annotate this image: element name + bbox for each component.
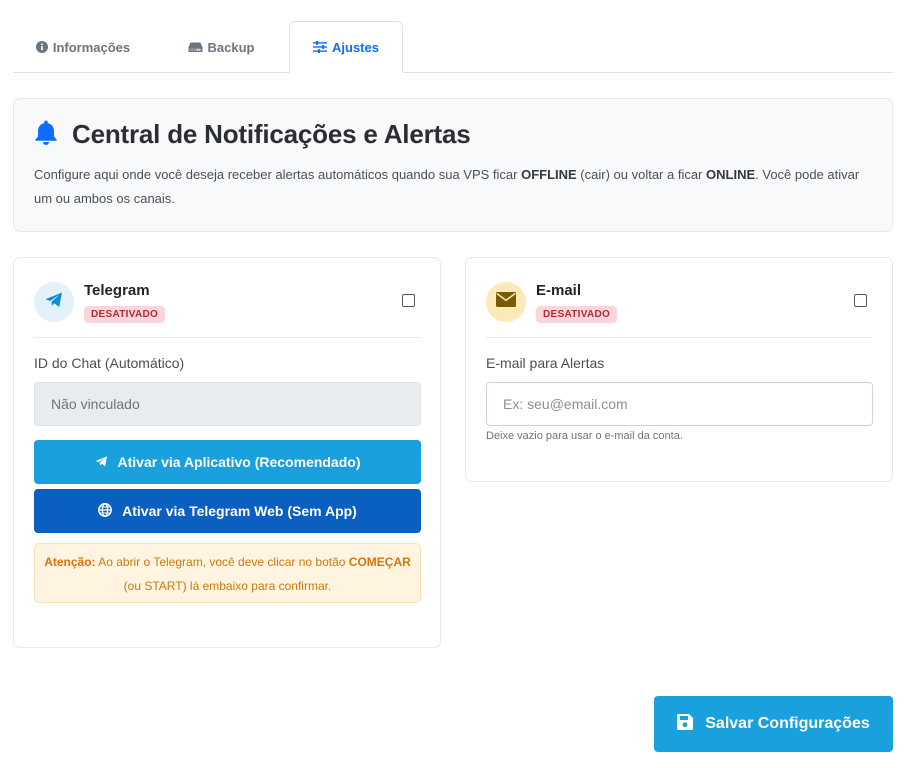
tab-backup[interactable]: Backup (163, 21, 279, 73)
sliders-icon (313, 41, 328, 53)
email-hint-text: Deixe vazio para usar o e-mail da conta. (486, 430, 683, 442)
button-label: Ativar via Telegram Web (Sem App) (122, 503, 357, 519)
telegram-card-header: Telegram DESATIVADO (34, 278, 420, 338)
status-badge: DESATIVADO (84, 306, 166, 323)
tab-label: Ajustes (332, 39, 379, 55)
telegram-avatar (34, 282, 74, 322)
telegram-warning-alert: Atenção: Ao abrir o Telegram, você deve … (34, 543, 421, 603)
email-card-header: E-mail DESATIVADO (486, 278, 872, 338)
email-title: E-mail (536, 282, 582, 299)
tab-informacoes[interactable]: Informações (13, 21, 153, 73)
tab-label: Backup (207, 39, 255, 55)
email-alert-input[interactable] (486, 382, 873, 426)
tab-bar: Informações Backup Ajustes (13, 21, 893, 73)
save-settings-button[interactable]: Salvar Configurações (654, 696, 893, 752)
email-avatar (486, 282, 526, 322)
hdd-icon (188, 42, 203, 53)
email-card: E-mail DESATIVADO E-mail para Alertas De… (465, 257, 893, 482)
email-enable-checkbox[interactable] (854, 294, 867, 307)
telegram-card: Telegram DESATIVADO ID do Chat (Automáti… (13, 257, 441, 648)
envelope-icon (496, 292, 516, 312)
email-alert-label: E-mail para Alertas (486, 355, 605, 371)
telegram-title: Telegram (84, 282, 150, 299)
telegram-enable-checkbox[interactable] (402, 294, 415, 307)
status-badge: DESATIVADO (536, 306, 618, 323)
tab-ajustes[interactable]: Ajustes (289, 21, 403, 73)
button-label: Salvar Configurações (705, 715, 870, 732)
info-circle-icon (35, 41, 48, 53)
bell-icon (34, 119, 58, 150)
globe-icon (98, 502, 113, 520)
page-title: Central de Notificações e Alertas (72, 119, 471, 149)
button-label: Ativar via Aplicativo (Recomendado) (117, 454, 361, 470)
notification-center-header: Central de Notificações e Alertas Config… (13, 98, 893, 232)
paper-plane-icon (95, 454, 108, 470)
section-description: Configure aqui onde você deseja receber … (34, 167, 860, 206)
activate-app-button[interactable]: Ativar via Aplicativo (Recomendado) (34, 440, 421, 484)
section-heading: Central de Notificações e Alertas (34, 119, 471, 150)
paper-plane-icon (45, 292, 63, 313)
tab-label: Informações (52, 39, 131, 55)
chat-id-input[interactable] (34, 382, 421, 426)
activate-web-button[interactable]: Ativar via Telegram Web (Sem App) (34, 489, 421, 533)
chat-id-label: ID do Chat (Automático) (34, 355, 185, 371)
save-icon (677, 713, 694, 735)
